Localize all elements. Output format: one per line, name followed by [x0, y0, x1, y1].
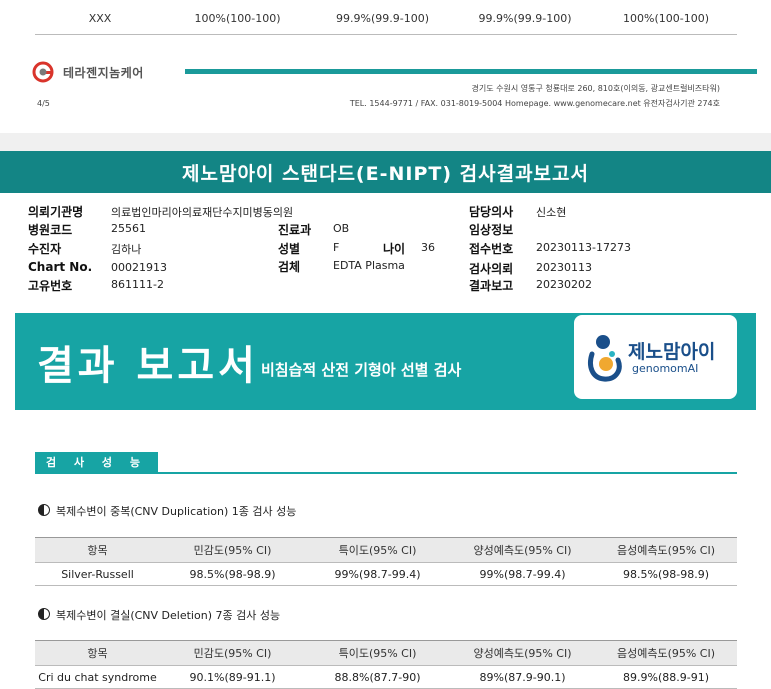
info-label: 의뢰기관명	[28, 205, 84, 219]
column-header: 항목	[35, 537, 160, 563]
report-title: 제노맘아이 스탠다드(E-NIPT) 검사결과보고서	[182, 163, 589, 185]
table-cell: 89.9%(88.9-91)	[595, 665, 737, 689]
half-circle-icon	[38, 504, 50, 516]
company-logo-icon	[32, 61, 54, 83]
product-logo: 제노맘아이 genomomAI	[574, 315, 737, 399]
table-row: Cri du chat syndrome 90.1%(89-91.1) 88.8…	[35, 665, 737, 689]
footer-contact: TEL. 1544-9771 / FAX. 031-8019-5004 Home…	[349, 99, 720, 108]
info-value: 861111-2	[111, 278, 164, 291]
table-cell: 88.8%(87.7-90)	[305, 665, 450, 689]
cell: 100%(100-100)	[623, 12, 709, 25]
info-value: 25561	[111, 222, 146, 235]
footer-accent-bar	[185, 69, 757, 74]
info-label: 접수번호	[469, 242, 514, 256]
divider	[35, 34, 737, 35]
info-label: 담당의사	[469, 205, 514, 219]
page-number: 4/5	[37, 99, 50, 108]
info-label: 성별	[278, 242, 301, 256]
table-header-row: 항목 민감도(95% CI) 특이도(95% CI) 양성예측도(95% CI)…	[35, 537, 737, 563]
table-cell: 99%(98.7-99.4)	[450, 562, 595, 586]
info-value: 00021913	[111, 261, 167, 274]
result-banner: 결과 보고서 비침습적 산전 기형아 선별 검사 제노맘아이 genomomAI	[15, 313, 756, 410]
info-label: 검체	[278, 260, 301, 274]
column-header: 특이도(95% CI)	[305, 640, 450, 666]
info-label: 수진자	[28, 242, 62, 256]
table-heading-text: 복제수변이 중복(CNV Duplication) 1종 검사 성능	[56, 505, 297, 518]
info-label: 고유번호	[28, 279, 73, 293]
column-header: 특이도(95% CI)	[305, 537, 450, 563]
column-header: 음성예측도(95% CI)	[595, 537, 737, 563]
table-row: Silver-Russell 98.5%(98-98.9) 99%(98.7-9…	[35, 562, 737, 586]
performance-table: 항목 민감도(95% CI) 특이도(95% CI) 양성예측도(95% CI)…	[35, 640, 737, 689]
table-row: XXX 100%(100-100) 99.9%(99.9-100) 99.9%(…	[35, 12, 737, 25]
section-rule	[35, 472, 737, 474]
column-header: 양성예측도(95% CI)	[450, 537, 595, 563]
table-cell: 99%(98.7-99.4)	[305, 562, 450, 586]
info-value: F	[333, 241, 340, 254]
banner-subtitle: 비침습적 산전 기형아 선별 검사	[261, 361, 462, 379]
info-value: 신소현	[536, 206, 567, 219]
cell: 99.9%(99.9-100)	[478, 12, 572, 25]
row-label: XXX	[88, 12, 112, 25]
banner-title: 결과 보고서	[37, 343, 259, 389]
info-label: 나이	[383, 242, 406, 256]
column-header: 민감도(95% CI)	[160, 640, 305, 666]
previous-table-fragment: XXX 100%(100-100) 99.9%(99.9-100) 99.9%(…	[35, 0, 737, 36]
info-label: 검사의뢰	[469, 262, 514, 276]
footer-address: 경기도 수원시 영통구 청룡대로 260, 810호(이의동, 광교센트럴비즈타…	[471, 84, 720, 93]
table-cell: 98.5%(98-98.9)	[160, 562, 305, 586]
info-label: 진료과	[278, 223, 312, 237]
half-circle-icon	[38, 608, 50, 620]
info-value: 36	[421, 241, 435, 254]
report-header: 제노맘아이 스탠다드(E-NIPT) 검사결과보고서	[0, 151, 771, 193]
info-label: 결과보고	[469, 279, 514, 293]
info-label: 병원코드	[28, 223, 73, 237]
info-value: 20230113	[536, 261, 592, 274]
info-value: EDTA Plasma	[333, 259, 405, 272]
table-heading: 복제수변이 중복(CNV Duplication) 1종 검사 성능	[38, 503, 296, 519]
info-value: 20230113-17273	[536, 241, 631, 254]
table-cell: Cri du chat syndrome	[35, 665, 160, 689]
section-tab: 검 사 성 능	[35, 452, 158, 473]
table-heading: 복제수변이 결실(CNV Deletion) 7종 검사 성능	[38, 607, 280, 623]
logo-korean: 제노맘아이	[628, 341, 716, 363]
table-cell: Silver-Russell	[35, 562, 160, 586]
cell: 100%(100-100)	[194, 12, 281, 25]
table-cell: 90.1%(89-91.1)	[160, 665, 305, 689]
column-header: 항목	[35, 640, 160, 666]
cell: 99.9%(99.9-100)	[336, 12, 429, 25]
table-heading-text: 복제수변이 결실(CNV Deletion) 7종 검사 성능	[56, 609, 281, 622]
info-label: Chart No.	[28, 260, 93, 274]
mother-baby-icon	[588, 335, 622, 382]
info-value: OB	[333, 222, 350, 235]
table-header-row: 항목 민감도(95% CI) 특이도(95% CI) 양성예측도(95% CI)…	[35, 640, 737, 666]
column-header: 양성예측도(95% CI)	[450, 640, 595, 666]
info-label: 임상정보	[469, 223, 514, 237]
info-value: 김하나	[111, 243, 142, 256]
table-cell: 98.5%(98-98.9)	[595, 562, 737, 586]
page-gap	[0, 133, 771, 151]
company-name: 테라젠지놈케어	[63, 66, 144, 80]
column-header: 민감도(95% CI)	[160, 537, 305, 563]
performance-table: 항목 민감도(95% CI) 특이도(95% CI) 양성예측도(95% CI)…	[35, 537, 737, 586]
info-value: 20230202	[536, 278, 592, 291]
column-header: 음성예측도(95% CI)	[595, 640, 737, 666]
logo-english: genomomAI	[632, 362, 699, 375]
table-cell: 89%(87.9-90.1)	[450, 665, 595, 689]
info-value: 의료법인마리아의료재단수지미병동의원	[111, 206, 294, 219]
